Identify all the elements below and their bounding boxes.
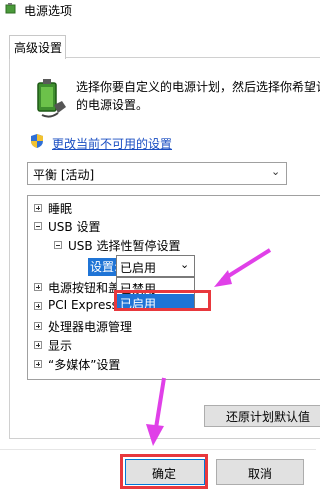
power-options-icon	[5, 3, 16, 14]
restore-defaults-label: 还原计划默认值	[226, 410, 311, 424]
chevron-down-icon: ⌄	[271, 165, 281, 178]
annotation-red-box	[114, 290, 211, 311]
cancel-label: 取消	[248, 467, 273, 481]
tree-item-multimedia[interactable]: “多媒体”设置	[48, 356, 120, 373]
expand-icon[interactable]	[34, 204, 42, 212]
expand-icon[interactable]	[34, 341, 42, 349]
uac-shield-icon	[31, 134, 43, 148]
description-line-1: 选择你要自定义的电源计划，然后选择你希望计	[76, 80, 320, 94]
expand-icon[interactable]	[34, 360, 42, 368]
description-line-2: 的电源设置。	[76, 98, 149, 112]
expand-icon[interactable]	[34, 322, 42, 330]
power-plan-value: 平衡 [活动]	[33, 168, 95, 182]
tree-item-power-buttons-lid[interactable]: 电源按钮和盖	[48, 279, 120, 296]
tab-label: 高级设置	[14, 41, 63, 55]
setting-value: 已启用	[120, 261, 157, 275]
tree-item-display[interactable]: 显示	[48, 337, 72, 354]
annotation-red-box	[120, 454, 208, 489]
battery-plug-icon	[37, 79, 66, 118]
expand-icon[interactable]	[34, 302, 42, 310]
tree-item-usb-selective-suspend[interactable]: USB 选择性暂停设置	[68, 237, 180, 254]
tree-item-processor-power[interactable]: 处理器电源管理	[48, 318, 132, 335]
divider	[0, 449, 316, 450]
chevron-down-icon[interactable]: ⌄	[180, 258, 189, 271]
collapse-icon[interactable]	[34, 222, 42, 230]
setting-label: 设置:	[88, 258, 119, 276]
tree-item-sleep[interactable]: 睡眠	[48, 200, 72, 217]
expand-icon[interactable]	[34, 283, 42, 291]
tree-item-usb-settings[interactable]: USB 设置	[48, 218, 100, 235]
collapse-icon[interactable]	[54, 241, 62, 249]
change-unavailable-settings-link[interactable]: 更改当前不可用的设置	[52, 135, 172, 152]
window-title: 电源选项	[24, 4, 73, 18]
tree-item-pci-express[interactable]: PCI Express	[48, 298, 118, 312]
